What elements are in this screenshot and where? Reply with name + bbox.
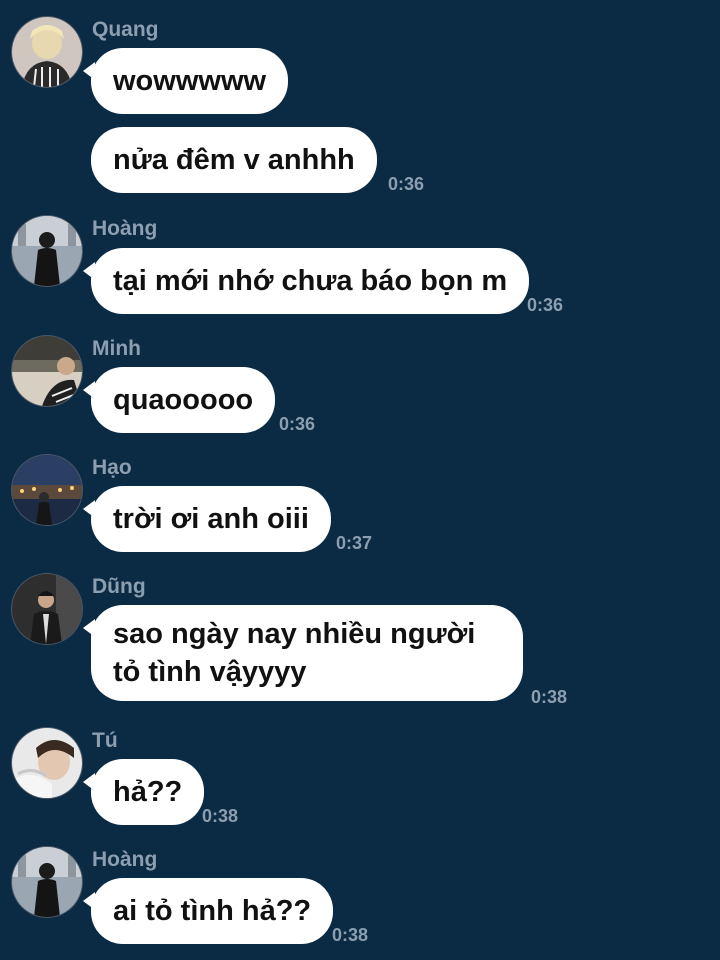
message-bubble[interactable]: quaooooo	[82, 367, 276, 433]
sender-name: Minh	[92, 337, 141, 360]
user-avatar-icon	[12, 17, 82, 87]
sender-name: Hoàng	[92, 217, 158, 240]
message-bubble[interactable]: wowwwww	[82, 48, 289, 114]
message-bubble[interactable]: trời ơi anh oiii	[83, 486, 331, 552]
message-timestamp: 0:36	[388, 174, 425, 194]
user-avatar-icon	[12, 728, 82, 798]
avatar-dung[interactable]	[11, 573, 83, 645]
message-bubble[interactable]: nửa đêm v anhhh	[91, 127, 377, 193]
sender-name: Hoàng	[92, 848, 158, 871]
sender-name: Dũng	[92, 575, 146, 598]
user-avatar-icon	[12, 216, 82, 286]
message-timestamp: 0:38	[202, 806, 239, 826]
sender-name: Hạo	[92, 456, 132, 479]
message-bubble[interactable]: tại mới nhớ chưa báo bọn m	[82, 248, 530, 314]
avatar-quang[interactable]	[11, 16, 83, 88]
message-timestamp: 0:37	[336, 533, 373, 553]
message-timestamp: 0:36	[527, 295, 564, 315]
sender-name: Quang	[92, 18, 159, 41]
avatar-hoang[interactable]	[11, 846, 83, 918]
avatar-hoang[interactable]	[11, 215, 83, 287]
message-timestamp: 0:38	[531, 687, 568, 707]
user-avatar-icon	[12, 455, 82, 525]
sender-name: Tú	[92, 729, 118, 752]
avatar-minh[interactable]	[11, 335, 83, 407]
message-bubble[interactable]: ai tỏ tình hả??	[82, 878, 334, 944]
avatar-hao[interactable]	[11, 454, 83, 526]
message-bubble[interactable]: hả??	[82, 759, 205, 825]
user-avatar-icon	[12, 336, 82, 406]
user-avatar-icon	[12, 574, 82, 644]
message-timestamp: 0:36	[279, 414, 316, 434]
message-timestamp: 0:38	[332, 925, 369, 945]
user-avatar-icon	[12, 847, 82, 917]
avatar-tu[interactable]	[11, 727, 83, 799]
message-bubble[interactable]: sao ngày nay nhiều người tỏ tình vậyyyy	[83, 605, 523, 701]
